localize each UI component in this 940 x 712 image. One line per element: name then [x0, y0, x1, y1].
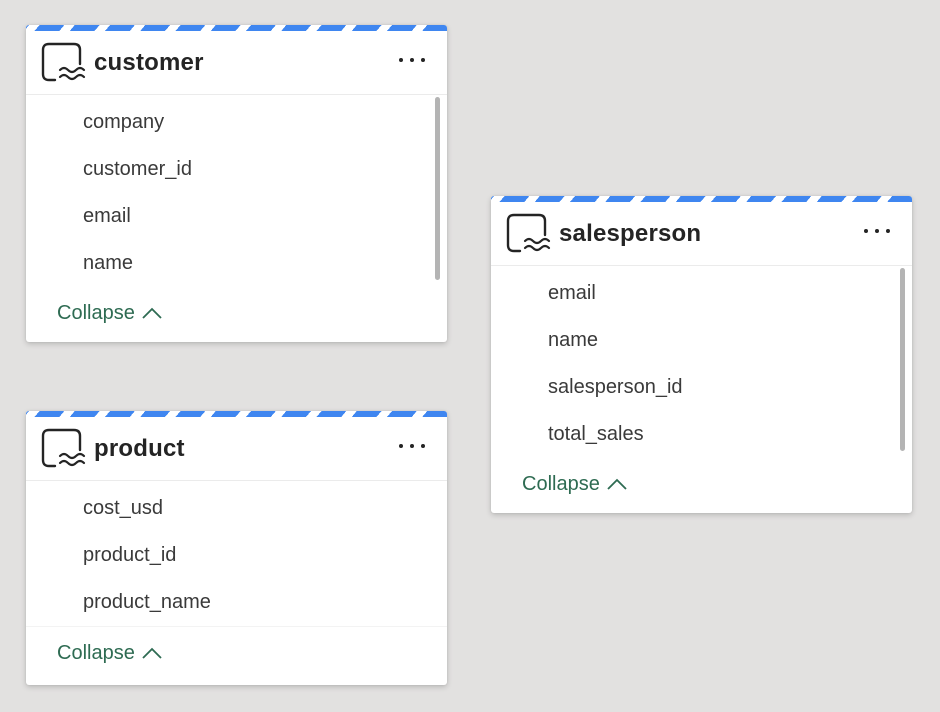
field-item[interactable]: email: [26, 193, 447, 240]
collapse-label: Collapse: [522, 472, 600, 495]
field-item[interactable]: product_name: [26, 579, 447, 626]
table-card-customer[interactable]: customer company customer_id email name …: [26, 25, 447, 342]
scrollbar-thumb[interactable]: [900, 268, 905, 451]
collapse-label: Collapse: [57, 301, 135, 324]
collapse-button[interactable]: Collapse: [491, 458, 912, 510]
collapse-button[interactable]: Collapse: [26, 627, 447, 679]
field-list[interactable]: cost_usd product_id product_name: [26, 481, 447, 626]
more-options-icon[interactable]: [399, 50, 425, 70]
field-item[interactable]: total_sales: [491, 411, 912, 458]
table-title: product: [94, 434, 185, 462]
table-card-salesperson[interactable]: salesperson email name salesperson_id to…: [491, 196, 912, 513]
field-list[interactable]: company customer_id email name: [26, 95, 447, 287]
lakehouse-table-icon: [41, 42, 86, 81]
scrollbar-thumb[interactable]: [435, 97, 440, 280]
field-item[interactable]: customer_id: [26, 146, 447, 193]
lakehouse-table-icon: [506, 213, 551, 252]
field-item[interactable]: company: [26, 99, 447, 146]
field-item[interactable]: name: [491, 317, 912, 364]
collapse-button[interactable]: Collapse: [26, 287, 447, 339]
field-item[interactable]: product_id: [26, 532, 447, 579]
card-header[interactable]: product: [26, 417, 447, 481]
field-item[interactable]: name: [26, 240, 447, 287]
chevron-up-icon: [142, 307, 162, 319]
field-item[interactable]: cost_usd: [26, 485, 447, 532]
more-options-icon[interactable]: [864, 221, 890, 241]
card-header[interactable]: customer: [26, 31, 447, 95]
chevron-up-icon: [142, 647, 162, 659]
more-options-icon[interactable]: [399, 436, 425, 456]
lakehouse-table-icon: [41, 428, 86, 467]
chevron-up-icon: [607, 478, 627, 490]
table-title: salesperson: [559, 219, 702, 247]
field-item[interactable]: salesperson_id: [491, 364, 912, 411]
table-card-product[interactable]: product cost_usd product_id product_name…: [26, 411, 447, 685]
table-title: customer: [94, 48, 204, 76]
field-list[interactable]: email name salesperson_id total_sales: [491, 266, 912, 458]
field-item[interactable]: email: [491, 270, 912, 317]
card-header[interactable]: salesperson: [491, 202, 912, 266]
collapse-label: Collapse: [57, 641, 135, 664]
